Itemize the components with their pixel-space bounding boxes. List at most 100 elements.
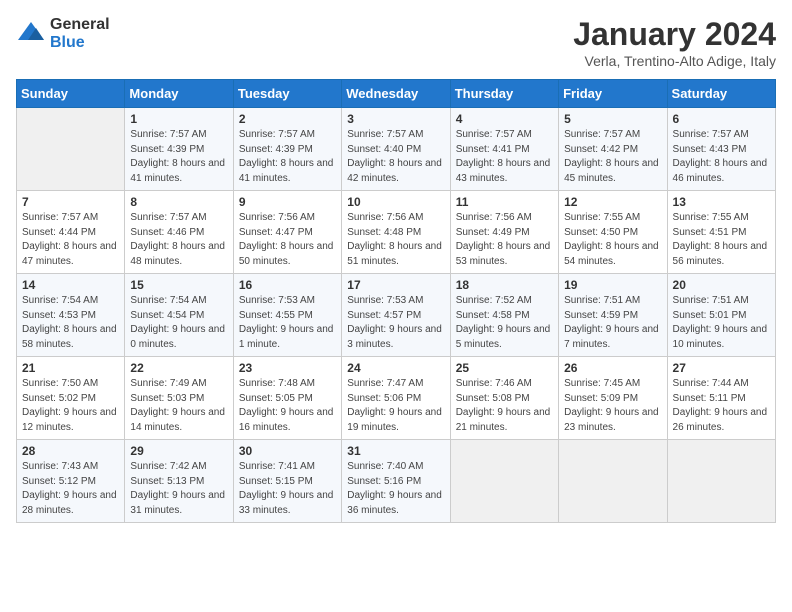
day-info: Sunrise: 7:46 AMSunset: 5:08 PMDaylight:… [456, 377, 553, 435]
day-info: Sunrise: 7:40 AMSunset: 5:16 PMDaylight:… [347, 460, 444, 518]
day-cell: 22Sunrise: 7:49 AMSunset: 5:03 PMDayligh… [125, 357, 233, 440]
day-number: 10 [347, 195, 444, 209]
day-cell: 29 Sunrise: 7:42 AMSunset: 5:13 PMDayligh… [125, 440, 233, 523]
day-number: 24 [347, 361, 444, 375]
day-info: Sunrise: 7:44 AMSunset: 5:11 PMDaylight:… [673, 377, 770, 435]
day-info: Sunrise: 7:51 AMSunset: 4:59 PMDaylight:… [564, 294, 661, 352]
day-cell: 7Sunrise: 7:57 AMSunset: 4:44 PMDaylight… [17, 191, 125, 274]
day-cell: 8 Sunrise: 7:57 AMSunset: 4:46 PMDaylight… [125, 191, 233, 274]
day-number: 19 [564, 278, 661, 292]
day-info: Sunrise: 7:49 AMSunset: 5:03 PMDaylight:… [130, 377, 227, 435]
day-number: 14 [22, 278, 119, 292]
header-wednesday: Wednesday [342, 80, 450, 108]
day-info: Sunrise: 7:57 AMSunset: 4:46 PMDaylight:… [130, 211, 227, 269]
day-cell: 21Sunrise: 7:50 AMSunset: 5:02 PMDayligh… [17, 357, 125, 440]
header-tuesday: Tuesday [233, 80, 341, 108]
day-number: 17 [347, 278, 444, 292]
day-cell: 24 Sunrise: 7:47 AMSunset: 5:06 PMDayligh… [342, 357, 450, 440]
day-cell: 5Sunrise: 7:57 AMSunset: 4:42 PMDaylight… [559, 108, 667, 191]
logo-icon [16, 20, 46, 48]
week-row-2: 7Sunrise: 7:57 AMSunset: 4:44 PMDaylight… [17, 191, 776, 274]
day-number: 1 [130, 112, 227, 126]
day-cell: 31Sunrise: 7:40 AMSunset: 5:16 PMDayligh… [342, 440, 450, 523]
day-cell: 20 Sunrise: 7:51 AMSunset: 5:01 PMDayligh… [667, 274, 775, 357]
day-number: 11 [456, 195, 553, 209]
day-info: Sunrise: 7:57 AMSunset: 4:41 PMDaylight:… [456, 128, 553, 186]
calendar-table: SundayMondayTuesdayWednesdayThursdayFrid… [16, 79, 776, 523]
header-thursday: Thursday [450, 80, 558, 108]
day-number: 27 [673, 361, 770, 375]
location-subtitle: Verla, Trentino-Alto Adige, Italy [573, 53, 776, 69]
day-info: Sunrise: 7:57 AMSunset: 4:43 PMDaylight:… [673, 128, 770, 186]
day-number: 28 [22, 444, 119, 458]
day-info: Sunrise: 7:55 AMSunset: 4:50 PMDaylight:… [564, 211, 661, 269]
day-info: Sunrise: 7:42 AMSunset: 5:13 PMDaylight:… [130, 460, 227, 518]
day-cell: 27 Sunrise: 7:44 AMSunset: 5:11 PMDayligh… [667, 357, 775, 440]
header-monday: Monday [125, 80, 233, 108]
day-cell: 2Sunrise: 7:57 AMSunset: 4:39 PMDaylight… [233, 108, 341, 191]
day-info: Sunrise: 7:56 AMSunset: 4:48 PMDaylight:… [347, 211, 444, 269]
day-info: Sunrise: 7:56 AMSunset: 4:49 PMDaylight:… [456, 211, 553, 269]
day-cell: 10 Sunrise: 7:56 AMSunset: 4:48 PMDayligh… [342, 191, 450, 274]
day-cell [667, 440, 775, 523]
day-info: Sunrise: 7:55 AMSunset: 4:51 PMDaylight:… [673, 211, 770, 269]
day-info: Sunrise: 7:50 AMSunset: 5:02 PMDaylight:… [22, 377, 119, 435]
day-number: 30 [239, 444, 336, 458]
week-row-4: 21Sunrise: 7:50 AMSunset: 5:02 PMDayligh… [17, 357, 776, 440]
day-info: Sunrise: 7:54 AMSunset: 4:54 PMDaylight:… [130, 294, 227, 352]
week-row-5: 28 Sunrise: 7:43 AMSunset: 5:12 PMDayligh… [17, 440, 776, 523]
day-number: 9 [239, 195, 336, 209]
header-saturday: Saturday [667, 80, 775, 108]
day-info: Sunrise: 7:43 AMSunset: 5:12 PMDaylight:… [22, 460, 119, 518]
day-cell: 12 Sunrise: 7:55 AMSunset: 4:50 PMDayligh… [559, 191, 667, 274]
day-number: 4 [456, 112, 553, 126]
day-cell: 18 Sunrise: 7:52 AMSunset: 4:58 PMDayligh… [450, 274, 558, 357]
day-cell: 13 Sunrise: 7:55 AMSunset: 4:51 PMDayligh… [667, 191, 775, 274]
day-number: 13 [673, 195, 770, 209]
day-number: 20 [673, 278, 770, 292]
day-number: 29 [130, 444, 227, 458]
day-info: Sunrise: 7:41 AMSunset: 5:15 PMDaylight:… [239, 460, 336, 518]
day-info: Sunrise: 7:57 AMSunset: 4:40 PMDaylight:… [347, 128, 444, 186]
day-cell: 1Sunrise: 7:57 AMSunset: 4:39 PMDaylight… [125, 108, 233, 191]
week-row-3: 14Sunrise: 7:54 AMSunset: 4:53 PMDayligh… [17, 274, 776, 357]
day-number: 2 [239, 112, 336, 126]
day-number: 23 [239, 361, 336, 375]
day-cell: 6 Sunrise: 7:57 AMSunset: 4:43 PMDaylight… [667, 108, 775, 191]
day-cell: 19 Sunrise: 7:51 AMSunset: 4:59 PMDayligh… [559, 274, 667, 357]
day-number: 12 [564, 195, 661, 209]
day-cell: 23 Sunrise: 7:48 AMSunset: 5:05 PMDayligh… [233, 357, 341, 440]
day-cell: 15Sunrise: 7:54 AMSunset: 4:54 PMDayligh… [125, 274, 233, 357]
day-info: Sunrise: 7:51 AMSunset: 5:01 PMDaylight:… [673, 294, 770, 352]
day-info: Sunrise: 7:57 AMSunset: 4:44 PMDaylight:… [22, 211, 119, 269]
day-cell: 9 Sunrise: 7:56 AMSunset: 4:47 PMDaylight… [233, 191, 341, 274]
day-info: Sunrise: 7:53 AMSunset: 4:57 PMDaylight:… [347, 294, 444, 352]
week-row-1: 1Sunrise: 7:57 AMSunset: 4:39 PMDaylight… [17, 108, 776, 191]
title-block: January 2024 Verla, Trentino-Alto Adige,… [573, 16, 776, 69]
day-cell: 3 Sunrise: 7:57 AMSunset: 4:40 PMDaylight… [342, 108, 450, 191]
day-info: Sunrise: 7:52 AMSunset: 4:58 PMDaylight:… [456, 294, 553, 352]
day-number: 3 [347, 112, 444, 126]
day-number: 26 [564, 361, 661, 375]
logo: General Blue [16, 16, 110, 52]
day-info: Sunrise: 7:45 AMSunset: 5:09 PMDaylight:… [564, 377, 661, 435]
day-number: 18 [456, 278, 553, 292]
header-friday: Friday [559, 80, 667, 108]
day-number: 6 [673, 112, 770, 126]
day-number: 8 [130, 195, 227, 209]
day-cell: 26 Sunrise: 7:45 AMSunset: 5:09 PMDayligh… [559, 357, 667, 440]
day-info: Sunrise: 7:56 AMSunset: 4:47 PMDaylight:… [239, 211, 336, 269]
day-cell: 28 Sunrise: 7:43 AMSunset: 5:12 PMDayligh… [17, 440, 125, 523]
day-info: Sunrise: 7:48 AMSunset: 5:05 PMDaylight:… [239, 377, 336, 435]
month-title: January 2024 [573, 16, 776, 53]
day-info: Sunrise: 7:47 AMSunset: 5:06 PMDaylight:… [347, 377, 444, 435]
day-cell: 16Sunrise: 7:53 AMSunset: 4:55 PMDayligh… [233, 274, 341, 357]
day-cell: 11 Sunrise: 7:56 AMSunset: 4:49 PMDayligh… [450, 191, 558, 274]
day-info: Sunrise: 7:57 AMSunset: 4:42 PMDaylight:… [564, 128, 661, 186]
day-cell [559, 440, 667, 523]
calendar-header-row: SundayMondayTuesdayWednesdayThursdayFrid… [17, 80, 776, 108]
day-cell: 4 Sunrise: 7:57 AMSunset: 4:41 PMDaylight… [450, 108, 558, 191]
day-cell [450, 440, 558, 523]
day-cell [17, 108, 125, 191]
day-cell: 14Sunrise: 7:54 AMSunset: 4:53 PMDayligh… [17, 274, 125, 357]
